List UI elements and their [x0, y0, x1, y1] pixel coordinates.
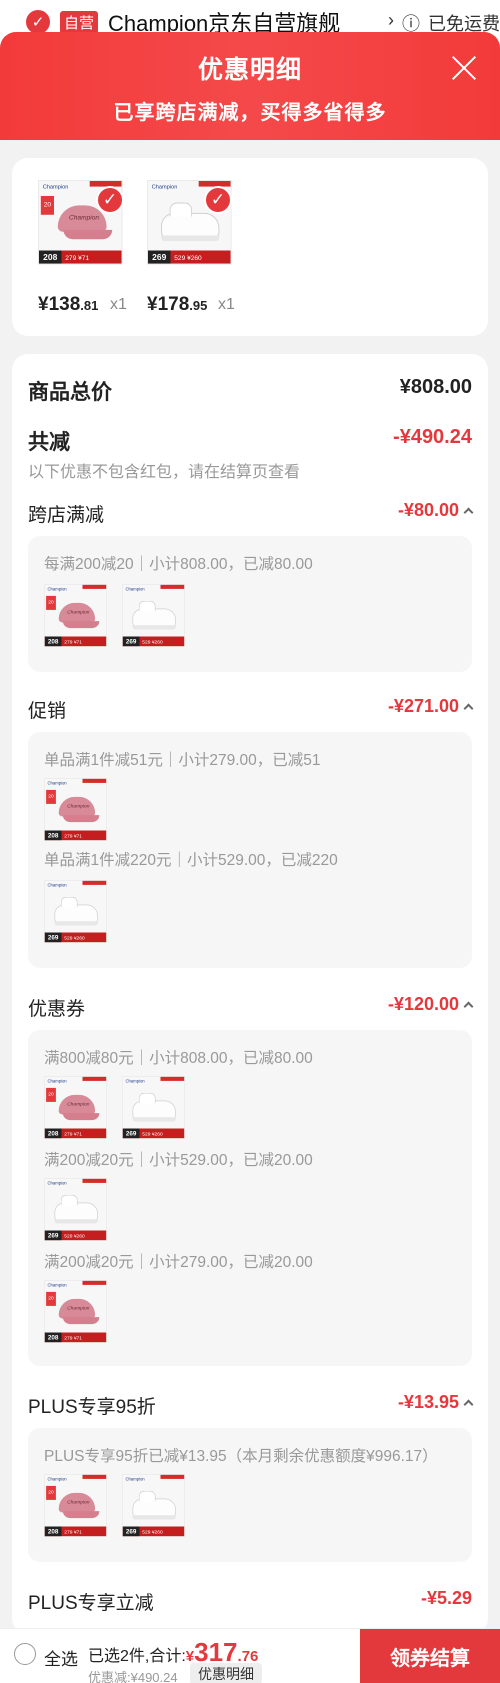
- sheet-subtitle: 已享跨店满减，买得多省得多: [113, 102, 387, 124]
- cross-store-detail: 每满200减20｜小计808.00，已减80.00 Champion 20 Cham…: [28, 536, 472, 672]
- select-all-checkbox[interactable]: [14, 1643, 36, 1665]
- chevron-up-icon: [463, 1001, 474, 1012]
- rule-text: PLUS专享95折已减¥13.95（本月剩余优惠额度¥996.17）: [44, 1448, 438, 1465]
- total-price-label: 商品总价: [28, 381, 112, 404]
- product-qty: x1: [110, 296, 127, 313]
- coupon-label: 优惠券: [28, 999, 86, 1020]
- plus95-detail: PLUS专享95折已减¥13.95（本月剩余优惠额度¥996.17） Champ…: [28, 1428, 472, 1562]
- cross-store-label: 跨店满减: [28, 505, 105, 526]
- product-price: ¥138.81: [38, 294, 99, 315]
- promo-toggle[interactable]: -¥271.00: [388, 696, 474, 717]
- product-price: ¥178.95: [147, 294, 208, 315]
- coupon-toggle[interactable]: -¥120.00: [388, 994, 474, 1015]
- store-check-icon: ✓: [26, 10, 50, 34]
- rule-text: 满200减20元｜小计279.00，已减20.00: [44, 1254, 313, 1271]
- plus95-toggle[interactable]: -¥13.95: [398, 1392, 474, 1413]
- select-all-label[interactable]: 全选: [44, 1645, 78, 1670]
- page: { "background": { "store_name": "Champio…: [0, 0, 500, 1683]
- product-qty: x1: [218, 296, 235, 313]
- selected-count: 已选2件,合计:: [88, 1648, 186, 1665]
- rule-text: 单品满1件减51元｜小计279.00，已减51: [44, 752, 321, 769]
- plus-direct-label: PLUS专享立减: [28, 1593, 154, 1614]
- discount-line: 优惠减:¥490.24: [88, 1670, 178, 1683]
- discount-detail-button[interactable]: 优惠明细: [190, 1663, 262, 1683]
- promo-label: 促销: [28, 701, 67, 722]
- close-icon[interactable]: [450, 54, 478, 82]
- chevron-up-icon: [463, 703, 474, 714]
- total-reduce-label: 共减: [28, 431, 70, 454]
- bottom-checkout-bar: 全选 已选2件,合计:¥317.76 优惠减:¥490.24 优惠明细 领券结算: [0, 1628, 500, 1683]
- promo-detail: 单品满1件减51元｜小计279.00，已减51 Champion 20 Champi…: [28, 732, 472, 968]
- plus-direct-amount[interactable]: -¥5.29: [421, 1588, 472, 1609]
- rule-text: 每满200减20｜小计808.00，已减80.00: [44, 556, 313, 573]
- chevron-up-icon: [463, 507, 474, 518]
- checkout-button[interactable]: 领券结算: [360, 1629, 500, 1683]
- products-card: Champion 20 Champion 208 279 ¥71 ✓ ¥138.81…: [12, 158, 488, 336]
- discount-detail-header: 优惠明细 已享跨店满减，买得多省得多: [0, 32, 500, 140]
- rule-text: 单品满1件减220元｜小计529.00，已减220: [44, 852, 338, 869]
- rule-text: 满800减80元｜小计808.00，已减80.00: [44, 1050, 313, 1067]
- reduce-note: 以下优惠不包含红包，请在结算页查看: [28, 464, 301, 481]
- sheet-title: 优惠明细: [197, 56, 302, 84]
- plus95-label: PLUS专享95折: [28, 1397, 156, 1418]
- discount-details-card: 商品总价 ¥808.00 共减 -¥490.24 以下优惠不包含红包，请在结算页…: [12, 354, 488, 1634]
- selected-check-icon[interactable]: ✓: [204, 186, 232, 214]
- total-reduce-value: -¥490.24: [393, 426, 472, 448]
- rule-text: 满200减20元｜小计529.00，已减20.00: [44, 1152, 313, 1169]
- selected-check-icon[interactable]: ✓: [96, 186, 124, 214]
- coupon-detail: 满800减80元｜小计808.00，已减80.00 Champion 20 Cham…: [28, 1030, 472, 1366]
- chevron-up-icon: [463, 1399, 474, 1410]
- total-price-value: ¥808.00: [399, 376, 472, 398]
- cross-store-toggle[interactable]: -¥80.00: [398, 500, 474, 521]
- self-operated-badge: 自营: [60, 10, 99, 34]
